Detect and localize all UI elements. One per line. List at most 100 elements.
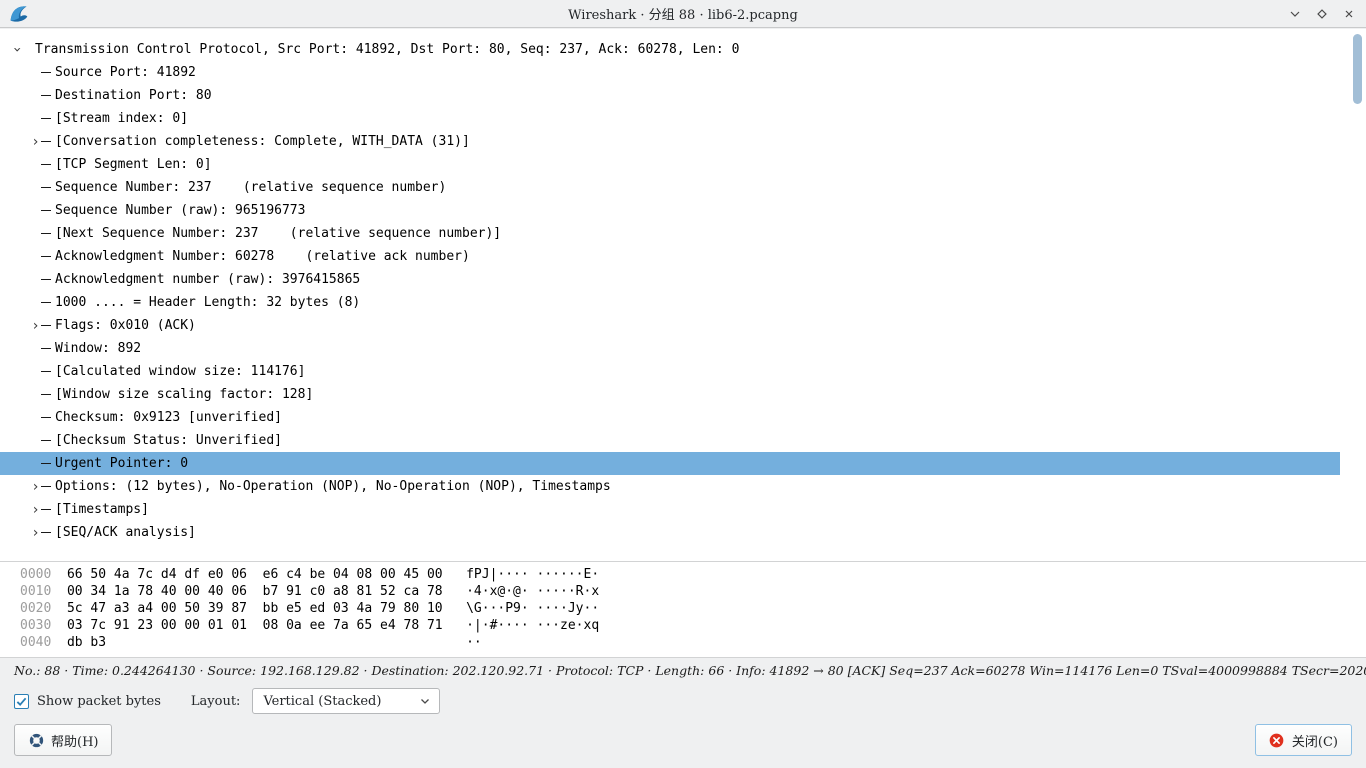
packet-tree: Source Port: 41892 Destination Port: 80 [S… bbox=[0, 61, 1366, 544]
tree-branch-line bbox=[41, 187, 51, 188]
tree-row[interactable]: › Options: (12 bytes), No-Operation (NOP)… bbox=[0, 475, 1340, 498]
tree-row[interactable]: Sequence Number: 237 (relative sequence … bbox=[0, 176, 1340, 199]
expand-chevron-icon[interactable]: › bbox=[30, 475, 41, 498]
hex-offset: 0000 bbox=[20, 567, 51, 582]
tree-branch-line bbox=[41, 118, 51, 119]
tree-row[interactable]: ›Flags: 0x010 (ACK) bbox=[0, 314, 1340, 337]
hex-row[interactable]: 0000 66 50 4a 7c d4 df e0 06 e6 c4 be 04 … bbox=[20, 567, 1366, 584]
tree-branch-line bbox=[41, 325, 51, 326]
tree-branch-line bbox=[41, 210, 51, 211]
scrollbar[interactable] bbox=[1352, 30, 1363, 558]
layout-select-value: Vertical (Stacked) bbox=[263, 694, 381, 709]
chevron-placeholder bbox=[30, 360, 41, 383]
hex-row[interactable]: 0030 03 7c 91 23 00 00 01 01 08 0a ee 7a … bbox=[20, 618, 1366, 635]
tree-row[interactable]: Destination Port: 80 bbox=[0, 84, 1340, 107]
tree-row[interactable]: › [Conversation completeness: Complete, W… bbox=[0, 130, 1340, 153]
tree-item-label: Window: 892 bbox=[55, 341, 141, 356]
tree-row[interactable]: [Next Sequence Number: 237 (relative seq… bbox=[0, 222, 1340, 245]
help-button[interactable]: 帮助(H) bbox=[14, 724, 112, 756]
tree-row[interactable]: Sequence Number (raw): 965196773 bbox=[0, 199, 1340, 222]
tree-row[interactable]: Urgent Pointer: 0 bbox=[0, 452, 1340, 475]
hex-bytes[interactable]: 00 34 1a 78 40 00 40 06 b7 91 c0 a8 81 5… bbox=[67, 584, 443, 599]
minimize-icon[interactable] bbox=[1288, 7, 1302, 21]
hex-bytes[interactable]: 03 7c 91 23 00 00 01 01 08 0a ee 7a 65 e… bbox=[67, 618, 443, 633]
tree-row[interactable]: [Window size scaling factor: 128] bbox=[0, 383, 1340, 406]
tree-item-label: [TCP Segment Len: 0] bbox=[55, 157, 212, 172]
tree-branch-line bbox=[41, 279, 51, 280]
close-button-label: 关闭(C) bbox=[1292, 731, 1338, 750]
show-packet-bytes-label[interactable]: Show packet bytes bbox=[37, 694, 161, 709]
maximize-icon[interactable] bbox=[1315, 7, 1329, 21]
layout-select[interactable]: Vertical (Stacked) bbox=[252, 688, 440, 714]
tree-row[interactable]: Source Port: 41892 bbox=[0, 61, 1340, 84]
tree-branch-line bbox=[41, 256, 51, 257]
tree-row[interactable]: Window: 892 bbox=[0, 337, 1340, 360]
tree-row[interactable]: › [SEQ/ACK analysis] bbox=[0, 521, 1340, 544]
tree-row[interactable]: 1000 .... = Header Length: 32 bytes (8) bbox=[0, 291, 1340, 314]
chevron-placeholder bbox=[30, 245, 41, 268]
tree-row[interactable]: Checksum: 0x9123 [unverified] bbox=[0, 406, 1340, 429]
tree-item-label: Acknowledgment Number: 60278 (relative a… bbox=[55, 249, 470, 264]
chevron-placeholder bbox=[30, 383, 41, 406]
tree-row[interactable]: ›[Timestamps] bbox=[0, 498, 1340, 521]
tree-branch-line bbox=[41, 463, 51, 464]
tree-row[interactable]: Acknowledgment Number: 60278 (relative a… bbox=[0, 245, 1340, 268]
hex-row[interactable]: 0040 db b3 ·· bbox=[20, 635, 1366, 652]
expand-chevron-icon[interactable]: › bbox=[30, 130, 41, 153]
tree-item-label: [Conversation completeness: Complete, WI… bbox=[55, 134, 470, 149]
expand-chevron-icon[interactable]: › bbox=[30, 521, 41, 544]
tree-item-label: Source Port: 41892 bbox=[55, 65, 196, 80]
tree-row[interactable]: [Checksum Status: Unverified] bbox=[0, 429, 1340, 452]
titlebar[interactable]: Wireshark · 分组 88 · lib6-2.pcapng bbox=[0, 0, 1366, 28]
tree-row[interactable]: [Stream index: 0] bbox=[0, 107, 1340, 130]
dialog-buttons: 帮助(H) 关闭(C) bbox=[0, 724, 1366, 756]
packet-detail-pane: › Transmission Control Protocol, Src Por… bbox=[0, 29, 1366, 561]
tree-branch-line bbox=[41, 95, 51, 96]
packet-summary-line: No.: 88 · Time: 0.244264130 · Source: 19… bbox=[14, 663, 1344, 678]
close-button[interactable]: 关闭(C) bbox=[1255, 724, 1352, 756]
tree-branch-line bbox=[41, 371, 51, 372]
chevron-placeholder bbox=[30, 291, 41, 314]
tree-branch-line bbox=[41, 302, 51, 303]
tree-branch-line bbox=[41, 164, 51, 165]
hex-ascii[interactable]: ·|·#···· ···ze·xq bbox=[466, 618, 599, 633]
chevron-placeholder bbox=[30, 452, 41, 475]
tree-row[interactable]: Acknowledgment number (raw): 3976415865 bbox=[0, 268, 1340, 291]
show-packet-bytes-checkbox[interactable] bbox=[14, 694, 29, 709]
hex-row[interactable]: 001000 34 1a 78 40 00 40 06 b7 91 c0 a8 … bbox=[20, 584, 1366, 601]
tree-item-label: [Checksum Status: Unverified] bbox=[55, 433, 282, 448]
window-controls bbox=[1288, 0, 1356, 28]
tree-item-label: [Window size scaling factor: 128] bbox=[55, 387, 313, 402]
help-button-label: 帮助(H) bbox=[51, 731, 98, 750]
chevron-placeholder bbox=[30, 107, 41, 130]
tree-item-label: Options: (12 bytes), No-Operation (NOP),… bbox=[55, 479, 611, 494]
tree-row[interactable]: [TCP Segment Len: 0] bbox=[0, 153, 1340, 176]
tree-item-label: [SEQ/ACK analysis] bbox=[55, 525, 196, 540]
close-window-icon[interactable] bbox=[1342, 7, 1356, 21]
scrollbar-thumb[interactable] bbox=[1353, 34, 1362, 104]
tree-row[interactable]: [Calculated window size: 114176] bbox=[0, 360, 1340, 383]
tree-branch-line bbox=[41, 509, 51, 510]
hex-ascii[interactable]: fPJ|···· ······E· bbox=[466, 567, 599, 582]
tree-branch-line bbox=[41, 417, 51, 418]
hex-offset: 0030 bbox=[20, 618, 51, 633]
tree-item-label: Destination Port: 80 bbox=[55, 88, 212, 103]
expand-chevron-icon[interactable]: › bbox=[30, 314, 41, 337]
tree-item-label: [Next Sequence Number: 237 (relative seq… bbox=[55, 226, 501, 241]
collapse-chevron-icon[interactable]: › bbox=[6, 44, 29, 55]
expand-chevron-icon[interactable]: › bbox=[30, 498, 41, 521]
tree-item-label: [Calculated window size: 114176] bbox=[55, 364, 305, 379]
tree-root-row[interactable]: › Transmission Control Protocol, Src Por… bbox=[0, 38, 1340, 61]
hex-ascii[interactable]: ·· bbox=[466, 635, 482, 650]
tree-branch-line bbox=[41, 440, 51, 441]
hex-bytes[interactable]: 5c 47 a3 a4 00 50 39 87 bb e5 ed 03 4a 7… bbox=[67, 601, 443, 616]
hex-ascii[interactable]: ·4·x@·@· ·····R·x bbox=[466, 584, 599, 599]
hex-offset: 0040 bbox=[20, 635, 51, 650]
tree-item-label: Urgent Pointer: 0 bbox=[55, 456, 188, 471]
hex-ascii[interactable]: \G···P9· ····Jy·· bbox=[466, 601, 599, 616]
tree-branch-line bbox=[41, 233, 51, 234]
hex-bytes[interactable]: 66 50 4a 7c d4 df e0 06 e6 c4 be 04 08 0… bbox=[67, 567, 443, 582]
hex-bytes[interactable]: db b3 bbox=[67, 635, 443, 650]
hex-row[interactable]: 00205c 47 a3 a4 00 50 39 87 bb e5 ed 03 … bbox=[20, 601, 1366, 618]
hex-dump: 0000 66 50 4a 7c d4 df e0 06 e6 c4 be 04 … bbox=[0, 561, 1366, 658]
